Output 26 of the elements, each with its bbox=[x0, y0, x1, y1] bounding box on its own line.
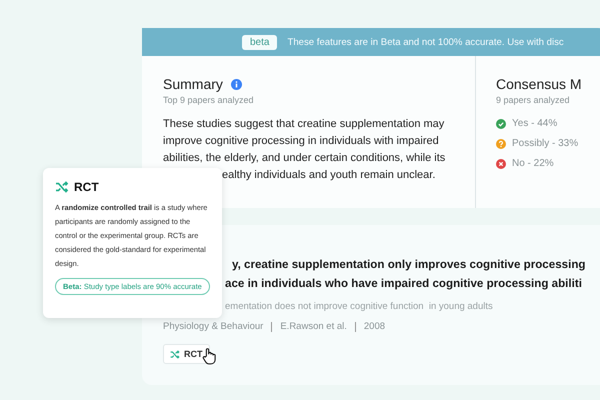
answer-label: Possibly - 33% bbox=[512, 138, 578, 149]
shuffle-icon bbox=[170, 350, 180, 358]
summary-text-line: abilities, the elderly, and under certain conditions, while its bbox=[163, 151, 446, 166]
paper-title-line: y, creatine supplementation only improves cognitive processing bbox=[232, 257, 586, 273]
consensus-title: Consensus M bbox=[496, 76, 582, 92]
tooltip-title: RCT bbox=[74, 180, 99, 194]
summary-title: Summary bbox=[163, 76, 223, 92]
shuffle-icon bbox=[55, 181, 69, 193]
summary-text-line: ealthy individuals and youth remain unclear. bbox=[221, 168, 436, 183]
info-icon[interactable] bbox=[230, 78, 242, 90]
summary-text-line: improve cognitive processing in individuals with impaired bbox=[163, 134, 440, 149]
answer-label: Yes - 44% bbox=[512, 118, 558, 129]
consensus-subtitle: 9 papers analyzed bbox=[496, 95, 571, 105]
banner-text: These features are in Beta and not 100% accurate. Use with disc bbox=[287, 36, 564, 48]
hand-cursor-icon bbox=[202, 347, 216, 365]
summary-text-line: These studies suggest that creatine supplementation may bbox=[163, 117, 446, 132]
paper-year: 2008 bbox=[364, 321, 386, 332]
answer-label: No - 22% bbox=[512, 158, 554, 169]
beta-badge: beta bbox=[242, 34, 278, 50]
paper-authors: E.Rawson et al. bbox=[280, 321, 347, 332]
journal-name: Physiology & Behaviour bbox=[163, 321, 264, 332]
paper-title-line: ace in individuals who have impaired cognitive processing abiliti bbox=[225, 276, 582, 292]
separator bbox=[271, 322, 272, 332]
summary-subtitle: Top 9 papers analyzed bbox=[163, 95, 255, 105]
separator bbox=[354, 322, 356, 332]
paper-finding: ementation does not improve cognitive function in young adults bbox=[225, 301, 493, 312]
